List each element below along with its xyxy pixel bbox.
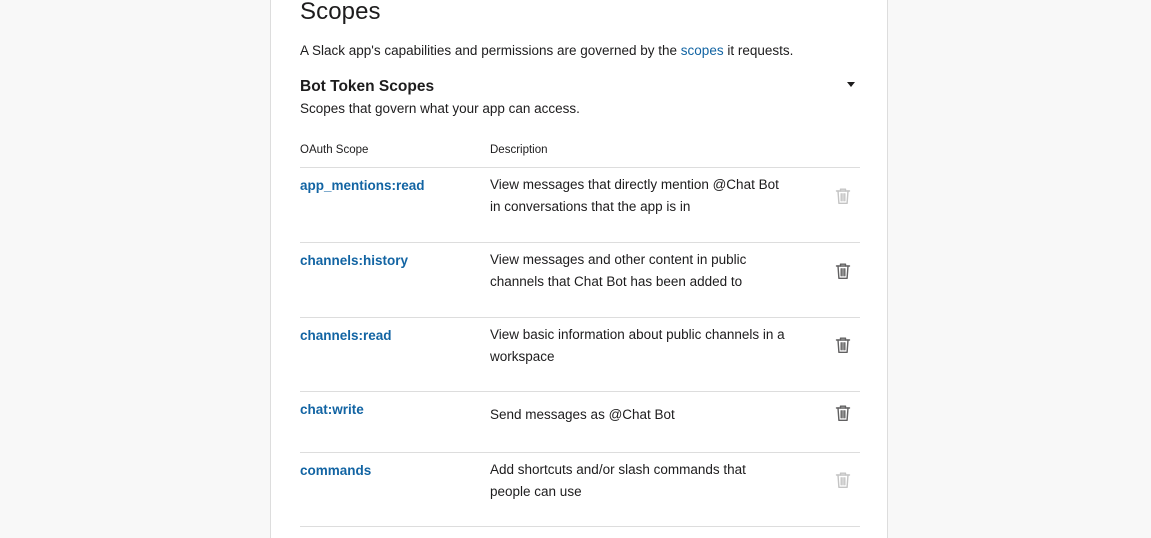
table-divider (300, 526, 860, 527)
scope-description: Send messages as @Chat Bot (490, 407, 675, 422)
column-header-oauth-scope: OAuth Scope (300, 144, 369, 156)
table-divider (300, 391, 860, 392)
scope-description: View messages that directly mention @Cha… (490, 177, 779, 214)
scopes-link[interactable]: scopes (681, 43, 724, 58)
table-divider (300, 242, 860, 243)
intro-text-before: A Slack app's capabilities and permissio… (300, 43, 681, 58)
scope-name-link[interactable]: app_mentions:read (300, 177, 425, 195)
table-divider (300, 167, 860, 168)
scopes-intro: A Slack app's capabilities and permissio… (300, 42, 793, 60)
scopes-card: Scopes A Slack app's capabilities and pe… (270, 0, 888, 538)
scope-name-link[interactable]: channels:read (300, 327, 392, 345)
scope-name-link[interactable]: channels:history (300, 252, 408, 270)
bot-token-scopes-title: Bot Token Scopes (300, 78, 435, 95)
scope-description: View basic information about public chan… (490, 327, 785, 364)
scope-name-link[interactable]: commands (300, 462, 371, 480)
scope-description: View messages and other content in publi… (490, 252, 747, 289)
trash-icon[interactable] (835, 404, 851, 422)
scope-name-link[interactable]: chat:write (300, 401, 364, 419)
table-divider (300, 452, 860, 453)
intro-text-after: it requests. (723, 43, 794, 58)
bot-token-scopes-subtitle: Scopes that govern what your app can acc… (300, 101, 580, 116)
page-title: Scopes (300, 0, 381, 25)
trash-icon[interactable] (835, 336, 851, 354)
scope-description: Add shortcuts and/or slash commands that… (490, 462, 746, 499)
trash-icon[interactable] (835, 471, 851, 489)
column-header-description: Description (490, 144, 548, 156)
table-divider (300, 317, 860, 318)
caret-down-icon[interactable] (847, 82, 855, 87)
trash-icon[interactable] (835, 262, 851, 280)
trash-icon[interactable] (835, 187, 851, 205)
